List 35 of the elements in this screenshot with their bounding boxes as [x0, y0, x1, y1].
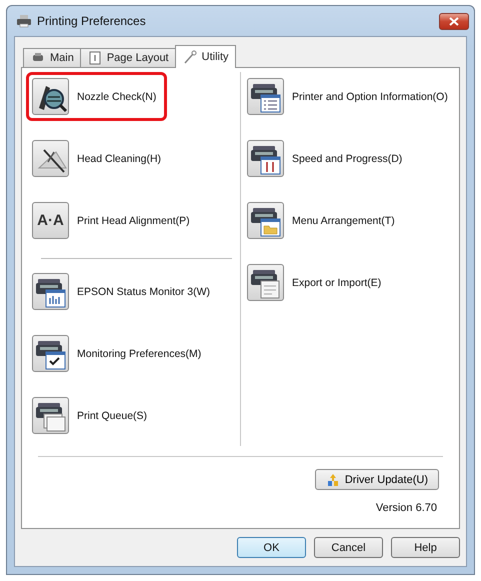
tool-label: Print Queue(S)	[77, 410, 148, 422]
printer-gauge-icon-button[interactable]	[247, 140, 284, 177]
tool-label: Printer and Option Information(O)	[292, 90, 448, 102]
magnifier-icon-button[interactable]	[32, 78, 69, 115]
tool-label: Speed and Progress(D)	[292, 152, 402, 164]
printer-documents-icon-button[interactable]	[32, 397, 69, 434]
close-icon	[449, 16, 459, 26]
dialog-button[interactable]: Cancel	[314, 537, 383, 558]
tab[interactable]: Main	[23, 48, 81, 67]
tool-label: Monitoring Preferences(M)	[77, 348, 202, 360]
printer-icon	[16, 13, 32, 29]
tab[interactable]: Page Layout	[80, 48, 176, 67]
printer-document-icon-button[interactable]	[247, 264, 284, 301]
alignment-button[interactable]: A·A	[32, 202, 69, 239]
dialog-button[interactable]: Help	[391, 537, 460, 558]
tab[interactable]: Utility	[174, 45, 236, 68]
version-text: Version 6.70	[376, 502, 437, 514]
wrench-icon	[182, 49, 198, 65]
window-title: Printing Preferences	[37, 14, 147, 28]
printer-folder-icon-button[interactable]	[247, 202, 284, 239]
update-icon	[326, 472, 340, 486]
printer-checkbox-icon-button[interactable]	[32, 335, 69, 372]
dialog-button[interactable]: OK	[237, 537, 306, 558]
close-button[interactable]	[439, 12, 469, 30]
tool-label: Print Head Alignment(P)	[77, 214, 190, 226]
printer-list-icon-button[interactable]	[247, 78, 284, 115]
tool-label: Head Cleaning(H)	[77, 152, 162, 164]
page-icon	[86, 50, 103, 66]
tool-label: Nozzle Check(N)	[77, 90, 156, 102]
tool-label: EPSON Status Monitor 3(W)	[77, 286, 210, 298]
print-head-icon-button[interactable]	[32, 140, 69, 177]
driver-update-button[interactable]: Driver Update(U)	[314, 469, 439, 490]
tool-label: Export or Import(E)	[292, 276, 382, 288]
tool-label: Menu Arrangement(T)	[292, 214, 395, 226]
printer-chart-icon-button[interactable]	[32, 273, 69, 310]
